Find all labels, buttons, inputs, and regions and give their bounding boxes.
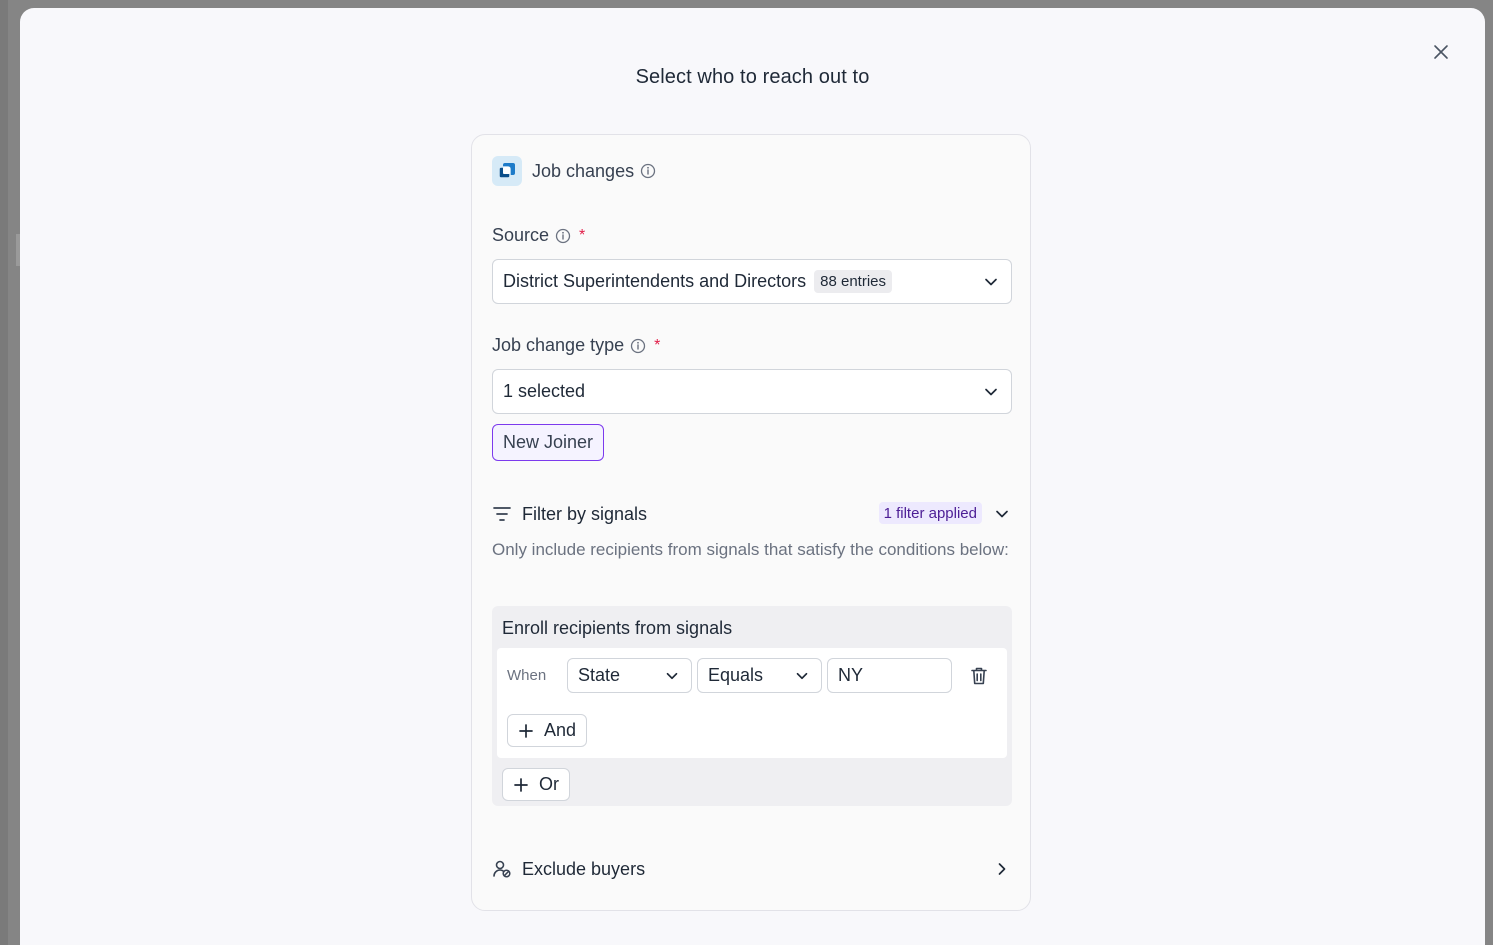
filter-description: Only include recipients from signals tha… [492, 540, 1009, 559]
when-label: When [507, 667, 547, 684]
conditions-panel: Enroll recipients from signals When Stat… [492, 606, 1012, 806]
modal-title: Select who to reach out to [635, 66, 870, 88]
required-marker: * [654, 336, 661, 354]
chevron-down-icon [985, 388, 997, 396]
and-label: And [544, 720, 577, 740]
entries-count-badge: 88 entries [814, 270, 893, 293]
modal-dialog: Select who to reach out to Job changes S… [20, 8, 1485, 945]
required-marker: * [579, 226, 586, 244]
job-change-type-select[interactable]: 1 selected [492, 369, 1012, 414]
card-title: Job changes [532, 160, 635, 181]
or-label: Or [539, 774, 559, 794]
condition-field-value: State [578, 665, 621, 685]
job-changes-app-icon [492, 156, 522, 186]
trash-icon [971, 667, 987, 685]
info-icon[interactable] [555, 228, 571, 244]
tag-new-joiner[interactable]: New Joiner [492, 424, 605, 461]
job-change-type-selected-value: 1 selected [503, 381, 586, 401]
condition-group: When State Equals A [497, 648, 1007, 758]
source-selected-value: District Superintendents and Directors [503, 271, 807, 291]
info-icon[interactable] [630, 338, 646, 354]
close-button[interactable] [1429, 40, 1453, 64]
card-header: Job changes [492, 156, 656, 186]
info-icon[interactable] [640, 163, 656, 179]
conditions-panel-title: Enroll recipients from signals [502, 618, 733, 638]
exclude-buyers-title: Exclude buyers [522, 858, 646, 879]
plus-icon [518, 723, 534, 739]
chevron-down-icon [796, 672, 808, 680]
chevron-down-icon [996, 510, 1008, 518]
job-changes-card: Job changes Source * District Superinten… [471, 134, 1031, 911]
chevron-right-icon [998, 863, 1006, 875]
source-label-text: Source [492, 225, 550, 245]
user-exclude-icon [493, 860, 511, 878]
condition-field-select[interactable]: State [567, 658, 692, 693]
job-change-type-label: Job change type * [492, 335, 660, 356]
job-change-type-label-text: Job change type [492, 335, 625, 355]
add-and-condition-button[interactable]: And [507, 714, 588, 747]
source-field-label: Source * [492, 225, 585, 246]
filter-by-signals-header[interactable]: Filter by signals 1 filter applied [492, 502, 1012, 526]
close-icon [1434, 45, 1448, 59]
filter-title: Filter by signals [522, 503, 648, 524]
backdrop [0, 0, 20, 945]
delete-condition-button[interactable] [970, 666, 988, 691]
condition-operator-value: Equals [708, 665, 764, 685]
source-select[interactable]: District Superintendents and Directors 8… [492, 259, 1012, 304]
condition-value-input[interactable] [827, 658, 952, 693]
condition-operator-select[interactable]: Equals [697, 658, 822, 693]
plus-icon [513, 777, 529, 793]
filter-applied-badge: 1 filter applied [878, 502, 982, 524]
exclude-buyers-row[interactable]: Exclude buyers [492, 857, 1012, 881]
chevron-down-icon [666, 672, 678, 680]
add-or-group-button[interactable]: Or [502, 768, 570, 801]
filter-icon [493, 507, 511, 521]
chevron-down-icon [985, 278, 997, 286]
